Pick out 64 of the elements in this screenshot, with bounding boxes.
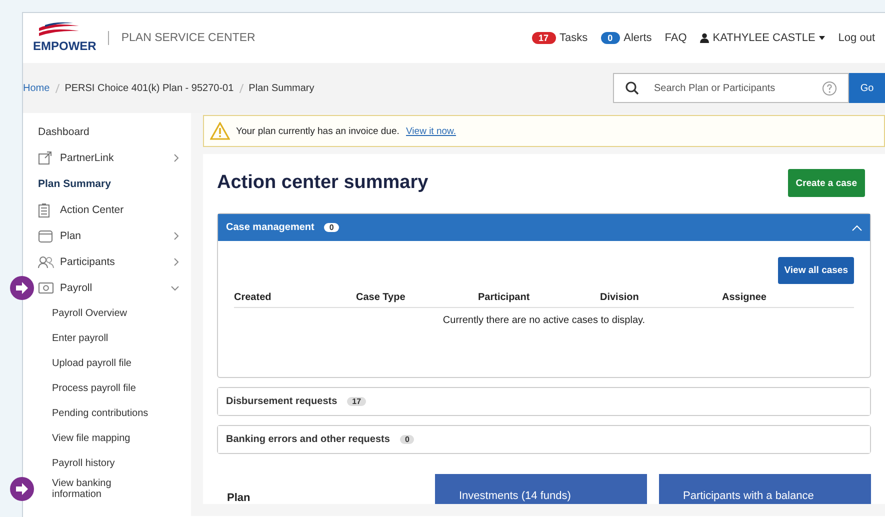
nav-link[interactable]: Tasks	[560, 32, 588, 44]
user-icon	[700, 33, 709, 43]
empty-message: Currently there are no active cases to display.	[442, 315, 646, 326]
count-badge: 17	[347, 397, 366, 406]
external-link-icon	[38, 151, 53, 165]
help-icon[interactable]	[822, 81, 837, 96]
breadcrumb-link[interactable]: Plan Summary	[248, 82, 314, 94]
sidebar-subitem[interactable]: Payroll Overview	[52, 308, 128, 319]
count-badge: 0	[400, 435, 414, 444]
column-header: Division	[600, 292, 640, 303]
sidebar-item[interactable]: Payroll	[60, 282, 92, 294]
column-header: Created	[234, 292, 272, 303]
sidebar-item[interactable]: Action Center	[60, 204, 124, 216]
sidebar-item[interactable]: Plan	[60, 230, 82, 242]
sidebar-subitem[interactable]: Enter payroll	[52, 333, 108, 344]
section-title: Plan	[226, 492, 252, 504]
chevron-right-icon[interactable]	[174, 154, 179, 162]
view-all-cases-button[interactable]: View all cases	[778, 257, 854, 284]
create-case-button[interactable]: Create a case	[788, 169, 865, 197]
summary-card[interactable]: Investments (14 funds)	[435, 474, 647, 504]
nav-link[interactable]: FAQ	[664, 32, 687, 44]
count-badge: 0	[324, 223, 339, 232]
app-title: PLAN SERVICE CENTER	[121, 32, 256, 44]
panel-title: Disbursement requests	[226, 396, 338, 407]
go-button[interactable]: Go	[849, 73, 885, 103]
sidebar-subitem[interactable]: Payroll history	[52, 458, 115, 469]
count-badge: 17	[532, 32, 556, 44]
sidebar-subitem[interactable]: View file mapping	[52, 433, 130, 444]
count-badge: 0	[600, 32, 620, 44]
accordion-header[interactable]: Case management 0	[218, 214, 870, 241]
folder-icon	[38, 230, 53, 242]
sidebar-subitem[interactable]: Upload payroll file	[52, 358, 132, 369]
chevron-down-icon[interactable]	[171, 286, 179, 290]
column-header: Assignee	[722, 292, 768, 303]
nav-link[interactable]: Log out	[838, 32, 875, 44]
sidebar-item[interactable]: Dashboard	[38, 126, 90, 138]
alert-message: Your plan currently has an invoice due. View it now.	[236, 126, 456, 136]
invoice-link[interactable]: View it now.	[406, 126, 456, 136]
panel-title: Case management	[226, 222, 314, 233]
warning-icon	[210, 122, 230, 140]
column-header: Case Type	[356, 292, 406, 303]
column-header: Participant	[478, 292, 531, 303]
summary-card[interactable]: Participants with a balance	[659, 474, 871, 504]
user-menu[interactable]: KATHYLEE CASTLE	[712, 32, 816, 44]
chevron-right-icon[interactable]	[174, 232, 179, 240]
sidebar-item[interactable]: PartnerLink	[60, 152, 114, 164]
clipboard-icon	[38, 202, 50, 218]
money-icon	[38, 282, 54, 294]
breadcrumb-link[interactable]: Home	[23, 82, 50, 94]
caret-icon	[819, 36, 826, 40]
chevron-right-icon[interactable]	[174, 258, 179, 266]
chevron-up-icon[interactable]	[852, 224, 862, 230]
page-title: Action center summary	[217, 172, 428, 194]
brand-name: EMPOWER	[33, 39, 96, 53]
sidebar-subitem[interactable]: Pending contributions	[52, 408, 148, 419]
sidebar-item[interactable]: Participants	[60, 256, 115, 268]
nav-link[interactable]: Alerts	[624, 32, 652, 44]
sidebar-subitem[interactable]: Process payroll file	[52, 383, 136, 394]
sidebar-item[interactable]: Plan Summary	[38, 178, 111, 190]
search-field[interactable]: Search Plan or Participants	[613, 73, 849, 103]
sidebar-subitem[interactable]: View banking information	[52, 478, 160, 500]
people-icon	[38, 256, 54, 268]
breadcrumb-link[interactable]: PERSI Choice 401(k) Plan - 95270-01	[64, 82, 234, 94]
panel-title: Banking errors and other requests	[226, 434, 390, 445]
